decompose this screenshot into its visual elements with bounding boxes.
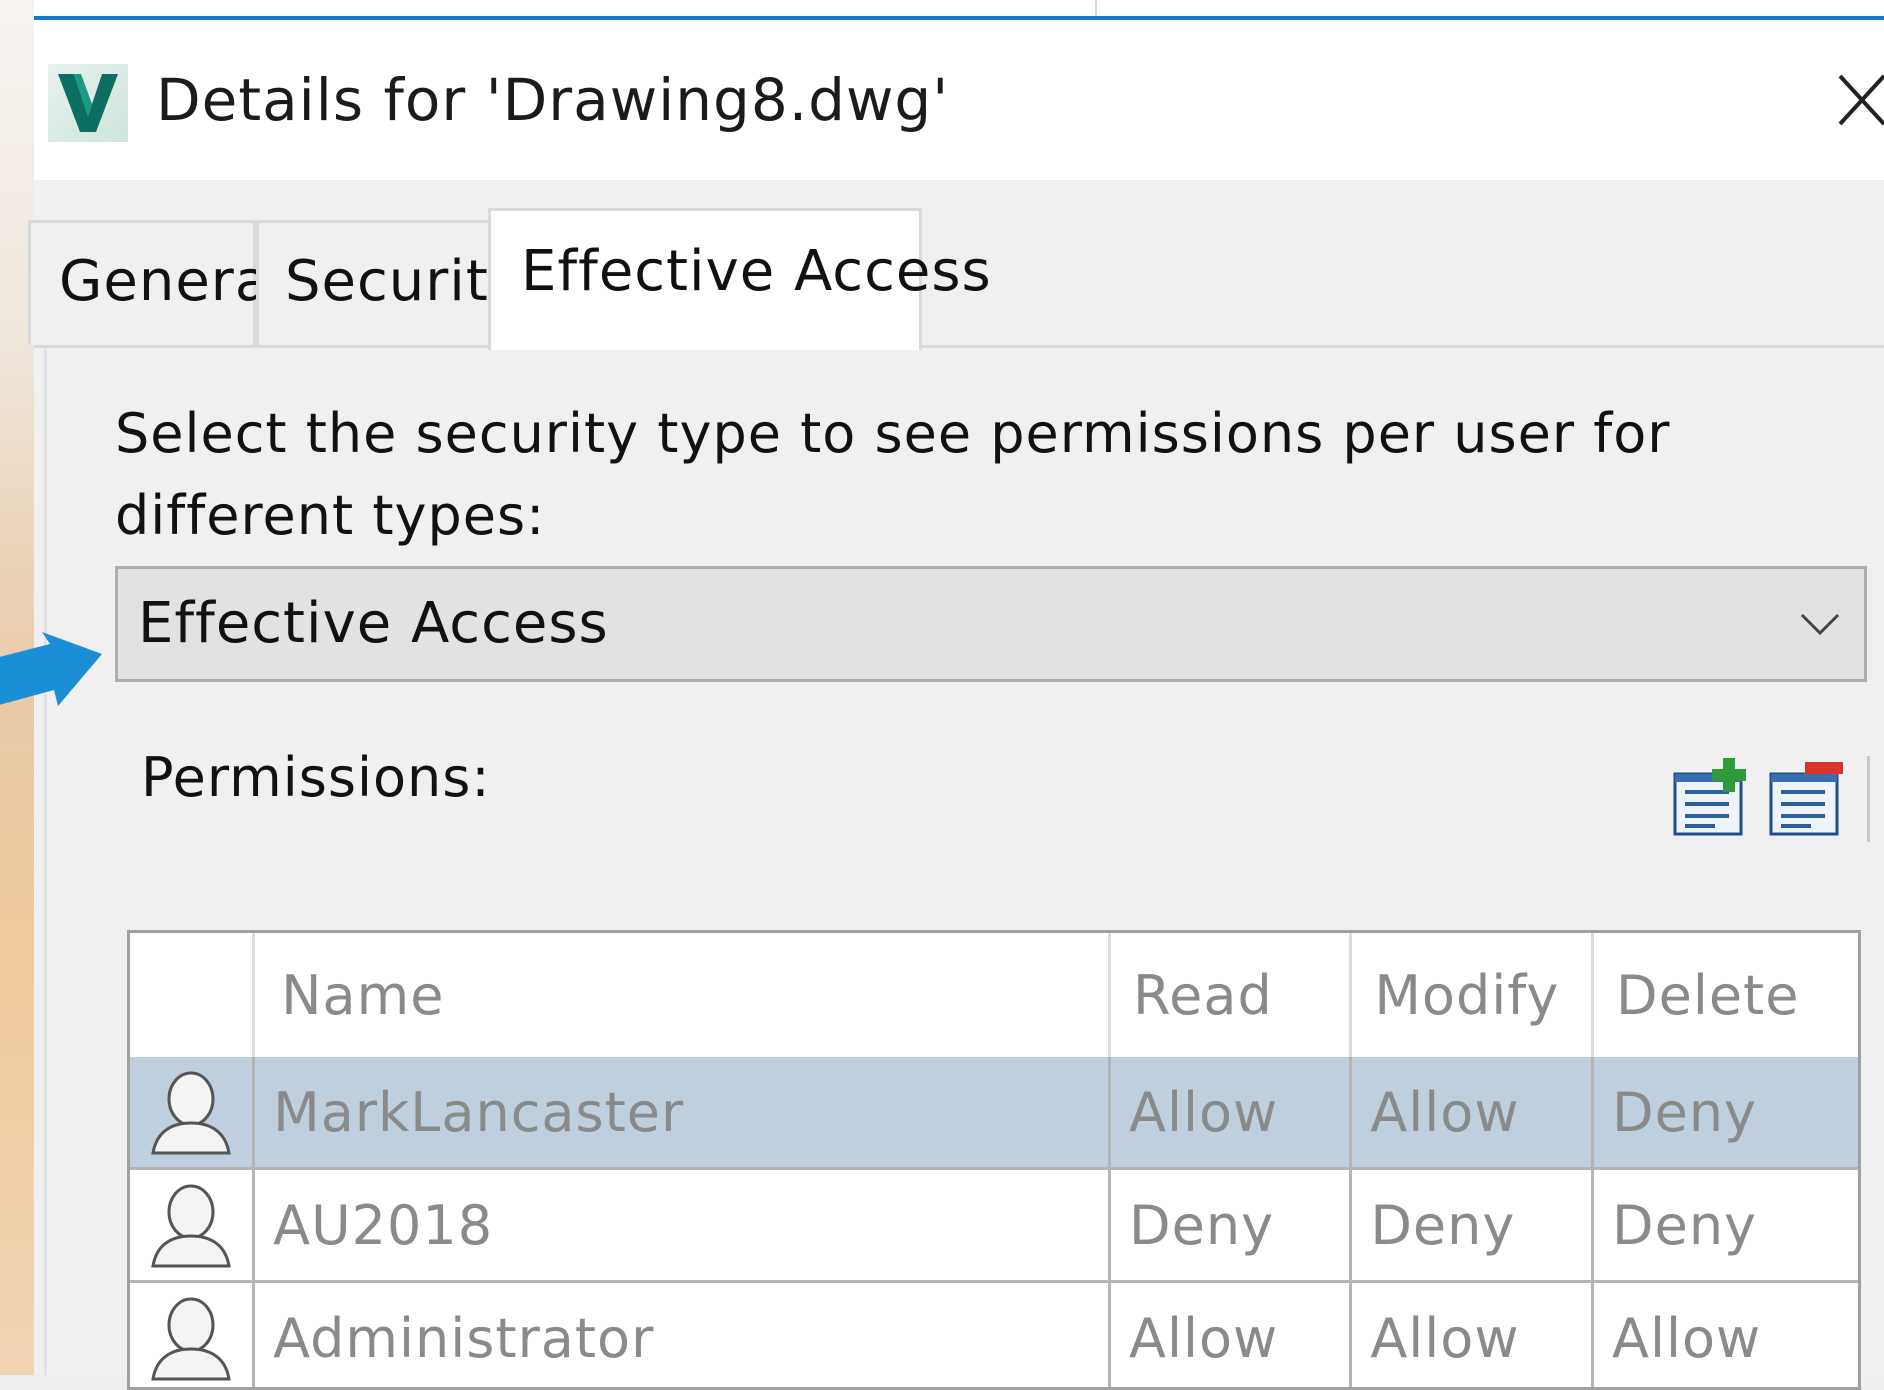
vault-app-icon	[48, 64, 128, 142]
column-header-delete[interactable]: Delete	[1593, 933, 1858, 1057]
row-delete: Allow	[1593, 1282, 1858, 1390]
row-name: MarkLancaster	[254, 1057, 1110, 1169]
remove-permission-button[interactable]	[1767, 758, 1851, 838]
tab-security[interactable]: Security	[256, 220, 492, 345]
table-header-row: Name Read Modify Delete	[130, 933, 1858, 1057]
column-header-modify[interactable]: Modify	[1351, 933, 1593, 1057]
row-delete: Deny	[1593, 1169, 1858, 1282]
pointer-arrow-icon	[0, 632, 110, 722]
row-read: Allow	[1110, 1057, 1351, 1169]
instruction-text: Select the security type to see permissi…	[115, 393, 1884, 557]
row-delete: Deny	[1593, 1057, 1858, 1169]
row-name: AU2018	[254, 1169, 1110, 1282]
table-row[interactable]: Administrator Allow Allow Allow	[130, 1282, 1858, 1390]
column-header-icon[interactable]	[130, 933, 254, 1057]
row-read: Deny	[1110, 1169, 1351, 1282]
close-icon	[1834, 68, 1884, 132]
column-header-read[interactable]: Read	[1110, 933, 1351, 1057]
user-icon	[130, 1169, 254, 1282]
security-type-dropdown[interactable]: Effective Access	[115, 566, 1867, 682]
tab-general[interactable]: General	[28, 220, 256, 345]
row-modify: Allow	[1351, 1057, 1593, 1169]
table-row[interactable]: AU2018 Deny Deny Deny	[130, 1169, 1858, 1282]
row-read: Allow	[1110, 1282, 1351, 1390]
row-modify: Deny	[1351, 1169, 1593, 1282]
security-type-value: Effective Access	[138, 591, 609, 656]
window-title: Details for 'Drawing8.dwg'	[156, 66, 949, 134]
title-bar[interactable]: Details for 'Drawing8.dwg'	[34, 20, 1884, 180]
permissions-table: Name Read Modify Delete	[127, 930, 1861, 1390]
toolbar-separator	[1867, 756, 1870, 842]
tab-effective-access-label: Effective Access	[521, 239, 992, 304]
table-row[interactable]: MarkLancaster Allow Allow Deny	[130, 1057, 1858, 1169]
user-icon	[130, 1282, 254, 1390]
column-header-name[interactable]: Name	[254, 933, 1110, 1057]
dialog-content: General Security Effective Access Select…	[34, 180, 1884, 1375]
row-name: Administrator	[254, 1282, 1110, 1390]
permissions-label: Permissions:	[141, 746, 491, 809]
tab-general-label: General	[59, 249, 287, 314]
chevron-down-icon	[1798, 609, 1842, 639]
background-window-edge	[1095, 0, 1097, 16]
add-entry-icon	[1671, 758, 1755, 838]
remove-entry-icon	[1767, 758, 1851, 838]
user-icon	[130, 1057, 254, 1169]
add-permission-button[interactable]	[1671, 758, 1755, 838]
details-dialog: Details for 'Drawing8.dwg' General Secur…	[34, 0, 1884, 1375]
effective-access-panel: Select the security type to see permissi…	[44, 348, 1884, 1375]
row-modify: Allow	[1351, 1282, 1593, 1390]
close-button[interactable]	[1834, 68, 1884, 132]
tab-effective-access[interactable]: Effective Access	[488, 208, 922, 350]
